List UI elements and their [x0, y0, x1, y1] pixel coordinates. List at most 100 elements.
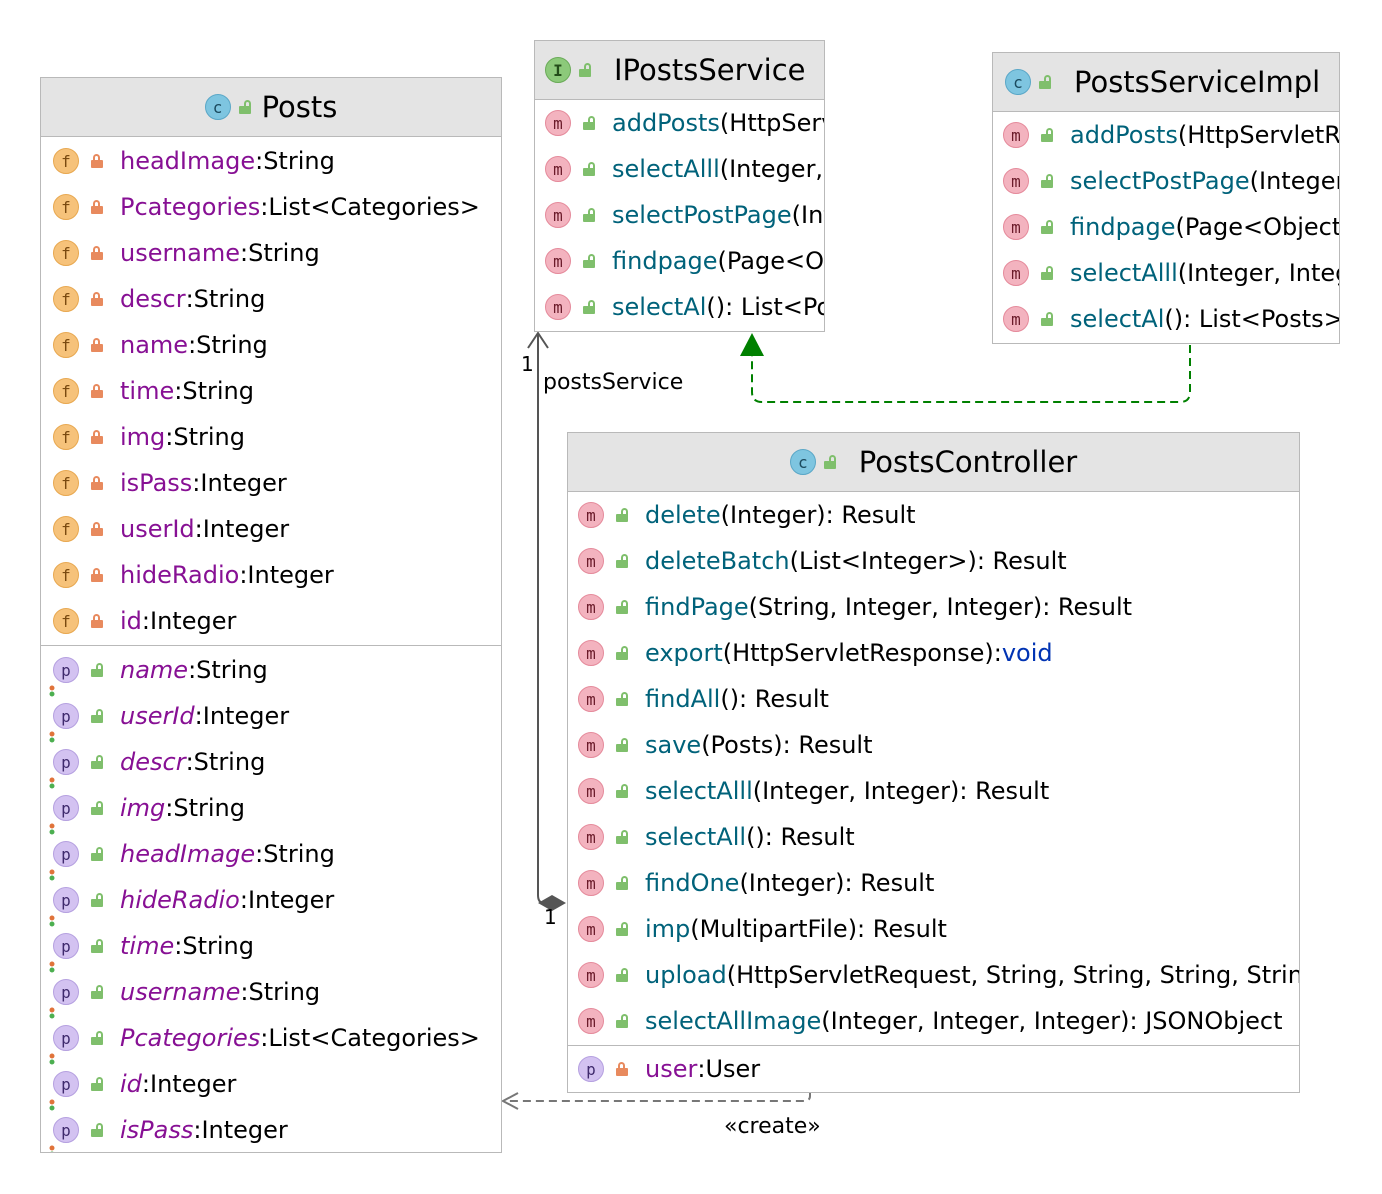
- class-posts-controller[interactable]: c PostsController m delete (Integer): Resu…: [567, 432, 1300, 1093]
- property-row[interactable]: p img: String: [41, 785, 501, 835]
- method-row[interactable]: m findpage (Page<O: [535, 238, 824, 284]
- separator-text: :: [174, 932, 183, 960]
- separator-text: :: [141, 1070, 150, 1098]
- method-list: m addPosts (HttpServletR m selectPostPage (In…: [993, 112, 1339, 342]
- field-row[interactable]: f isPass: Integer: [41, 460, 501, 506]
- method-row[interactable]: m selectAlll (Integer,: [535, 146, 824, 192]
- method-icon: m: [578, 548, 604, 574]
- field-row[interactable]: p user: User: [568, 1046, 1299, 1092]
- property-type: Integer: [150, 1070, 237, 1098]
- method-name: selectPostPage: [1070, 167, 1250, 195]
- property-icon: p: [53, 749, 79, 775]
- property-row[interactable]: p time: String: [41, 923, 501, 973]
- public-icon: [1041, 220, 1054, 234]
- method-row[interactable]: m selectAll (): Result: [568, 814, 1299, 860]
- public-icon: [616, 830, 629, 844]
- method-row[interactable]: m upload (HttpServletRequest, String, Stri…: [568, 952, 1299, 998]
- interface-iposts-service[interactable]: I IPostsService m addPosts (HttpServ m selec…: [534, 40, 825, 332]
- public-icon: [1041, 266, 1054, 280]
- public-icon: [616, 554, 629, 568]
- method-name: selectAl: [612, 293, 707, 321]
- accessor-marker-icon: [49, 905, 55, 927]
- field-type: List<Categories>: [268, 193, 480, 221]
- method-row[interactable]: m selectAlll (Integer, Integ: [993, 250, 1339, 296]
- method-icon: m: [545, 248, 571, 274]
- method-signature: (Integer, Integer, Integer): JSONObject: [821, 1007, 1283, 1035]
- method-signature: (): Result: [746, 823, 855, 851]
- private-icon: [91, 154, 104, 168]
- method-row[interactable]: m findOne (Integer): Result: [568, 860, 1299, 906]
- method-row[interactable]: m selectAllImage (Integer, Integer, Intege…: [568, 998, 1299, 1044]
- private-icon: [91, 430, 104, 444]
- separator-text: :: [188, 331, 197, 359]
- field-row[interactable]: f hideRadio: Integer: [41, 552, 501, 598]
- field-row[interactable]: f descr: String: [41, 276, 501, 322]
- method-row[interactable]: m imp (MultipartFile): Result: [568, 906, 1299, 952]
- separator-text: :: [240, 239, 249, 267]
- field-row[interactable]: f username: String: [41, 230, 501, 276]
- method-name: findAll: [645, 685, 721, 713]
- property-row[interactable]: p descr: String: [41, 739, 501, 789]
- field-row[interactable]: f Pcategories: List<Categories>: [41, 184, 501, 230]
- method-row[interactable]: m selectAl (): List<Posts>: [993, 296, 1339, 342]
- separator-text: :: [188, 656, 197, 684]
- accessor-marker-icon: [49, 859, 55, 881]
- field-row[interactable]: f img: String: [41, 414, 501, 460]
- separator-text: :: [193, 1116, 202, 1144]
- method-signature: (Integer): Result: [739, 869, 935, 897]
- public-icon: [1041, 312, 1054, 326]
- property-row[interactable]: p name: String: [41, 647, 501, 697]
- field-row[interactable]: f userId: Integer: [41, 506, 501, 552]
- method-name: findpage: [1070, 213, 1176, 241]
- method-icon: m: [578, 732, 604, 758]
- method-row[interactable]: m deleteBatch (List<Integer>): Result: [568, 538, 1299, 584]
- public-icon: [91, 847, 104, 861]
- property-row[interactable]: p id: Integer: [41, 1061, 501, 1111]
- public-icon: [616, 646, 629, 660]
- field-row[interactable]: f name: String: [41, 322, 501, 368]
- method-row[interactable]: m selectPostPage (Integer: [993, 158, 1339, 204]
- method-row[interactable]: m addPosts (HttpServletR: [993, 112, 1339, 158]
- class-posts-service-impl[interactable]: c PostsServiceImpl m addPosts (HttpServlet…: [992, 52, 1340, 344]
- property-row[interactable]: p username: String: [41, 969, 501, 1019]
- separator-text: :: [185, 285, 194, 313]
- private-icon: [91, 246, 104, 260]
- class-header: c PostsServiceImpl: [993, 53, 1339, 112]
- field-name: descr: [120, 285, 186, 313]
- method-row[interactable]: m selectPostPage(Int: [535, 192, 824, 238]
- field-row[interactable]: f id: Integer: [41, 598, 501, 644]
- method-name: selectAll: [645, 823, 747, 851]
- property-row[interactable]: p headImage: String: [41, 831, 501, 881]
- field-icon: f: [53, 470, 79, 496]
- property-row[interactable]: p isPass: Integer: [41, 1107, 501, 1152]
- property-row[interactable]: p hideRadio: Integer: [41, 877, 501, 927]
- class-posts[interactable]: c Posts f headImage: String f Pcategories: …: [40, 77, 502, 1153]
- method-row[interactable]: m export (HttpServletResponse): void: [568, 630, 1299, 676]
- separator-text: :: [185, 748, 194, 776]
- method-row[interactable]: m save (Posts): Result: [568, 722, 1299, 768]
- method-icon: m: [545, 156, 571, 182]
- field-row[interactable]: f time: String: [41, 368, 501, 414]
- assoc-multiplicity-bottom: 1: [544, 905, 557, 929]
- public-icon: [91, 801, 104, 815]
- realization-edge: [751, 345, 1191, 403]
- class-name: Posts: [261, 90, 338, 124]
- method-row[interactable]: m addPosts (HttpServ: [535, 100, 824, 146]
- method-signature: (Integer): Result: [720, 501, 916, 529]
- method-row[interactable]: m selectAlll (Integer, Integer): Result: [568, 768, 1299, 814]
- method-icon: m: [545, 294, 571, 320]
- method-row[interactable]: m findPage (String, Integer, Integer): Res…: [568, 584, 1299, 630]
- accessor-marker-icon: [49, 1135, 55, 1152]
- method-signature: (Page<Object: [1175, 213, 1340, 241]
- method-row[interactable]: m delete (Integer): Result: [568, 492, 1299, 538]
- method-row[interactable]: m selectAl (): List<Po: [535, 284, 824, 330]
- property-row[interactable]: p Pcategories: List<Categories>: [41, 1015, 501, 1065]
- property-name: hideRadio: [120, 886, 240, 914]
- method-row[interactable]: m findpage (Page<Object: [993, 204, 1339, 250]
- field-row[interactable]: f headImage: String: [41, 138, 501, 184]
- method-row[interactable]: m findAll (): Result: [568, 676, 1299, 722]
- public-icon: [823, 455, 837, 469]
- method-name: addPosts: [612, 109, 720, 137]
- property-row[interactable]: p userId: Integer: [41, 693, 501, 743]
- public-icon: [91, 663, 104, 677]
